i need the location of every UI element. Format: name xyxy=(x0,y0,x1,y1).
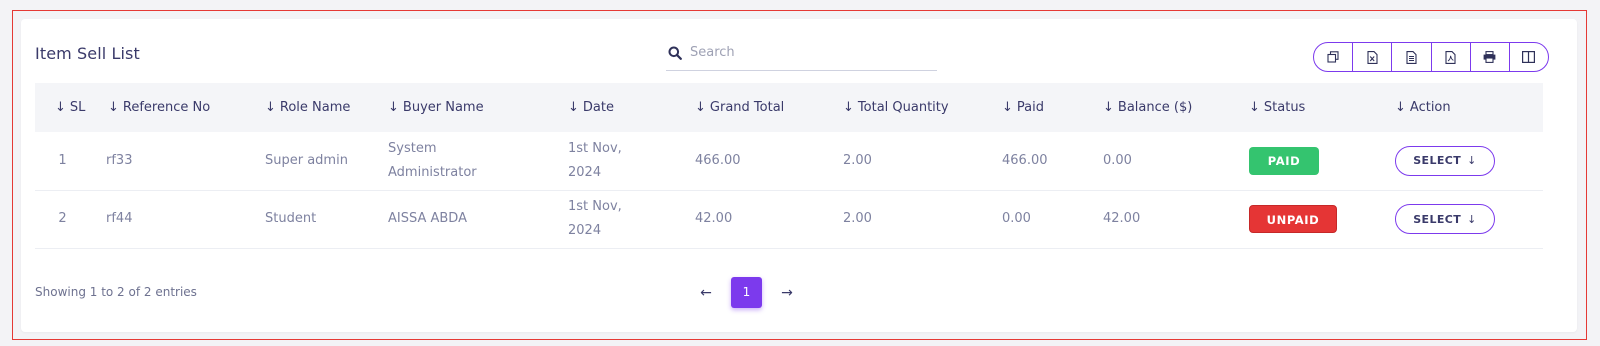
print-icon xyxy=(1483,51,1496,63)
cell-reference: rf33 xyxy=(106,152,133,168)
cell-balance: 42.00 xyxy=(1103,211,1141,226)
cell-paid: 466.00 xyxy=(1002,152,1048,168)
previous-page-icon[interactable]: ← xyxy=(691,285,721,301)
buyer-name: AISSA ABDA xyxy=(388,211,467,226)
page-title: Item Sell List xyxy=(35,44,140,63)
table-row: 2 rf44 Student AISSA ABDA 1st Nov, 2024 … xyxy=(35,190,1543,248)
column-header-buyer[interactable]: ↓ Buyer Name xyxy=(388,83,568,132)
export-button-group xyxy=(1313,42,1549,72)
pagination: ← 1 → xyxy=(691,277,802,308)
column-header-reference[interactable]: ↓ Reference No xyxy=(90,83,249,132)
copy-button[interactable] xyxy=(1314,43,1354,71)
search-icon xyxy=(668,46,682,60)
csv-export-button[interactable] xyxy=(1392,43,1432,71)
excel-export-button[interactable] xyxy=(1353,43,1393,71)
cell-role: Student xyxy=(265,211,317,226)
cell-reference: rf44 xyxy=(106,211,133,226)
select-action-button[interactable]: SELECT ↓ xyxy=(1395,204,1495,234)
item-sell-table: ↓ SL ↓ Reference No ↓ Role Name ↓ Buyer Name… xyxy=(35,83,1543,249)
columns-icon xyxy=(1522,51,1536,63)
search-input[interactable] xyxy=(690,45,910,60)
select-action-button[interactable]: SELECT ↓ xyxy=(1395,145,1495,176)
cell-paid: 0.00 xyxy=(1002,211,1031,226)
arrow-down-icon: ↓ xyxy=(1467,154,1477,168)
cell-date: 1st Nov, 2024 xyxy=(568,132,695,190)
column-header-grand-total[interactable]: ↓ Grand Total xyxy=(695,83,843,132)
cell-grand-total: 42.00 xyxy=(695,211,733,226)
select-label: SELECT xyxy=(1413,212,1462,226)
cell-quantity: 2.00 xyxy=(843,211,872,226)
cell-status: UNPAID xyxy=(1249,190,1395,248)
cell-status: PAID xyxy=(1249,132,1395,190)
column-header-action[interactable]: ↓ Action xyxy=(1395,83,1543,132)
column-header-sl[interactable]: ↓ SL xyxy=(35,83,90,132)
arrow-down-icon: ↓ xyxy=(1467,212,1477,226)
cell-balance: 0.00 xyxy=(1103,152,1132,168)
csv-icon xyxy=(1406,50,1417,64)
item-sell-list-card: Item Sell List Search ↓ SL ↓ Reference N… xyxy=(21,19,1577,332)
column-header-status[interactable]: ↓ Status xyxy=(1249,83,1395,132)
sale-date: 1st Nov, 2024 xyxy=(568,199,622,238)
column-header-balance[interactable]: ↓ Balance ($) xyxy=(1103,83,1249,132)
search-bar[interactable] xyxy=(666,35,937,71)
select-label: SELECT xyxy=(1413,154,1462,168)
entries-info: Showing 1 to 2 of 2 entries xyxy=(35,285,197,299)
table-row: 1 rf33 Super admin System Administrator … xyxy=(35,132,1543,190)
sale-date: 1st Nov, 2024 xyxy=(568,140,622,180)
column-visibility-button[interactable] xyxy=(1510,43,1548,71)
print-button[interactable] xyxy=(1471,43,1510,71)
copy-icon xyxy=(1327,51,1339,63)
table-header-row: ↓ SL ↓ Reference No ↓ Role Name ↓ Buyer Name… xyxy=(35,83,1543,132)
column-header-paid[interactable]: ↓ Paid xyxy=(1002,83,1103,132)
cell-grand-total: 466.00 xyxy=(695,152,741,168)
cell-sl: 2 xyxy=(58,211,67,226)
cell-action: SELECT ↓ xyxy=(1395,190,1543,248)
cell-quantity: 2.00 xyxy=(843,152,872,168)
next-page-icon[interactable]: → xyxy=(772,285,802,301)
cell-buyer: System Administrator xyxy=(388,132,568,190)
pdf-icon xyxy=(1445,50,1456,64)
pdf-export-button[interactable] xyxy=(1432,43,1471,71)
excel-icon xyxy=(1367,50,1378,64)
selection-frame: Item Sell List Search ↓ SL ↓ Reference N… xyxy=(12,10,1587,340)
cell-sl: 1 xyxy=(58,152,67,168)
cell-action: SELECT ↓ xyxy=(1395,132,1543,190)
page-number-button[interactable]: 1 xyxy=(731,277,762,308)
column-header-date[interactable]: ↓ Date xyxy=(568,83,695,132)
cell-role: Super admin xyxy=(265,152,348,168)
cell-date: 1st Nov, 2024 xyxy=(568,190,695,248)
status-badge: PAID xyxy=(1249,146,1319,175)
column-header-total-quantity[interactable]: ↓ Total Quantity xyxy=(843,83,1002,132)
column-header-role[interactable]: ↓ Role Name xyxy=(249,83,388,132)
status-badge: UNPAID xyxy=(1249,205,1337,233)
buyer-name: System Administrator xyxy=(388,140,477,180)
cell-buyer: AISSA ABDA xyxy=(388,190,568,248)
